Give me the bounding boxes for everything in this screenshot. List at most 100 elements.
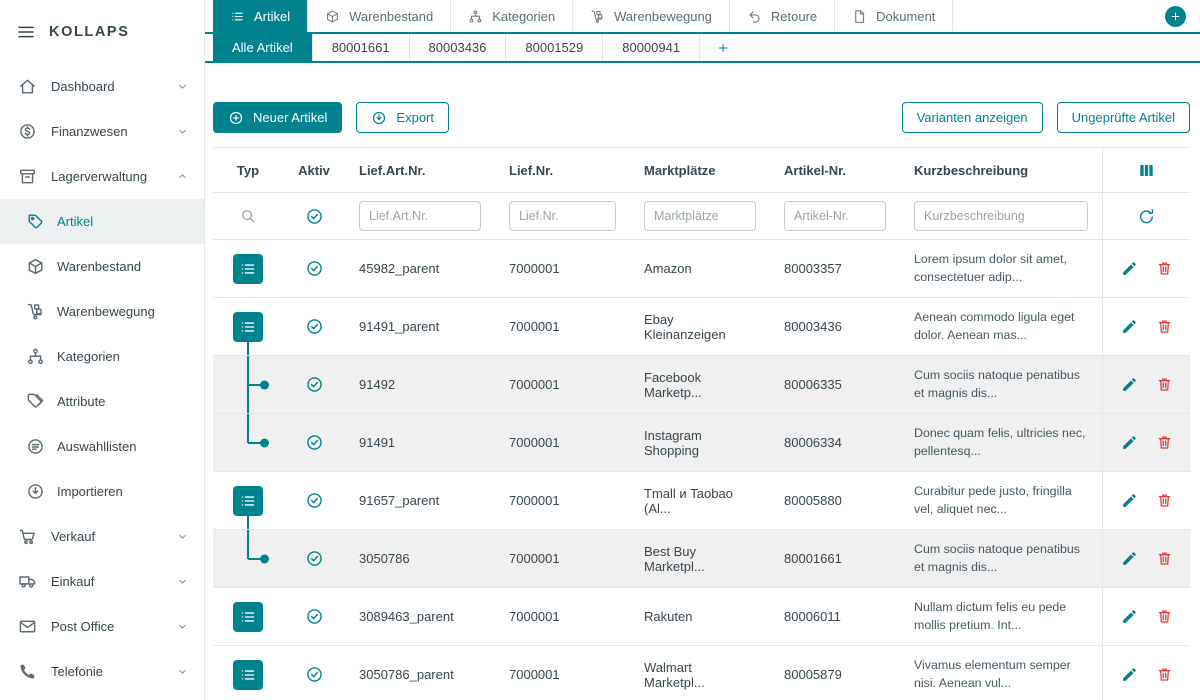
article-tab-80000941[interactable]: 80000941: [602, 34, 699, 61]
tab-dokument[interactable]: Dokument: [834, 0, 953, 32]
variant-list-button[interactable]: [233, 486, 263, 516]
tab-warenbewegung[interactable]: Warenbewegung: [572, 0, 729, 32]
lief-nr-cell: 7000001: [495, 551, 630, 566]
table-row[interactable]: 91491_parent 7000001 Ebay Kleinanzeigen …: [213, 298, 1190, 356]
sidebar-item-attribute[interactable]: Attribute: [0, 379, 204, 424]
filter-artikel-nr-input[interactable]: [784, 201, 886, 231]
tab-retoure[interactable]: Retoure: [729, 0, 834, 32]
sidebar-item-importieren[interactable]: Importieren: [0, 469, 204, 514]
filter-lief-art-nr-input[interactable]: [359, 201, 481, 231]
tab-artikel[interactable]: Artikel: [213, 0, 307, 32]
table-row[interactable]: 91657_parent 7000001 Tmall и Taobao (Al.…: [213, 472, 1190, 530]
variant-list-button[interactable]: [233, 602, 263, 632]
tab-kategorien[interactable]: Kategorien: [450, 0, 572, 32]
filter-marktplaetze-input[interactable]: [644, 201, 756, 231]
marktplatz-cell: Amazon: [630, 261, 770, 276]
sidebar-item-post-office[interactable]: Post Office: [0, 604, 204, 649]
article-tab-alle-artikel[interactable]: Alle Artikel: [213, 34, 312, 61]
show-variants-button[interactable]: Varianten anzeigen: [902, 102, 1043, 133]
table-row[interactable]: 45982_parent 7000001 Amazon 80003357 Lor…: [213, 240, 1190, 298]
col-header-lief-nr[interactable]: Lief.Nr.: [495, 163, 630, 178]
delete-button[interactable]: [1156, 318, 1173, 335]
col-header-artikel-nr[interactable]: Artikel-Nr.: [770, 163, 900, 178]
col-header-marktplaetze[interactable]: Marktplätze: [630, 163, 770, 178]
edit-button[interactable]: [1121, 550, 1138, 567]
sidebar-item-telefonie[interactable]: Telefonie: [0, 649, 204, 694]
pencil-icon: [1121, 608, 1138, 625]
new-article-button[interactable]: Neuer Artikel: [213, 102, 342, 133]
edit-button[interactable]: [1121, 318, 1138, 335]
col-header-kurzbeschreibung[interactable]: Kurzbeschreibung: [900, 163, 1102, 178]
sidebar-item-einkauf[interactable]: Einkauf: [0, 559, 204, 604]
delete-button[interactable]: [1156, 376, 1173, 393]
tab-label: Dokument: [876, 9, 935, 24]
edit-button[interactable]: [1121, 666, 1138, 683]
artikel-nr-cell: 80001661: [770, 551, 900, 566]
sidebar-item-warenbestand[interactable]: Warenbestand: [0, 244, 204, 289]
pencil-icon: [1121, 260, 1138, 277]
sidebar-item-finanzwesen[interactable]: Finanzwesen: [0, 109, 204, 154]
edit-button[interactable]: [1121, 434, 1138, 451]
table-header-row: Typ Aktiv Lief.Art.Nr. Lief.Nr. Marktplä…: [213, 148, 1190, 193]
sidebar-item-lagerverwaltung[interactable]: Lagerverwaltung: [0, 154, 204, 199]
lief-nr-cell: 7000001: [495, 667, 630, 682]
refresh-icon[interactable]: [1137, 207, 1156, 226]
variant-list-button[interactable]: [233, 312, 263, 342]
article-tab-80001661[interactable]: 80001661: [312, 34, 409, 61]
table-row[interactable]: 3050786 7000001 Best Buy Marketpl... 800…: [213, 530, 1190, 588]
col-header-lief-art-nr[interactable]: Lief.Art.Nr.: [345, 163, 495, 178]
sidebar-item-verkauf[interactable]: Verkauf: [0, 514, 204, 559]
menu-icon[interactable]: [16, 22, 36, 42]
delete-button[interactable]: [1156, 260, 1173, 277]
col-header-aktiv[interactable]: Aktiv: [283, 163, 345, 178]
trash-icon: [1156, 318, 1173, 335]
table-row[interactable]: 91491 7000001 Instagram Shopping 8000633…: [213, 414, 1190, 472]
table-row[interactable]: 91492 7000001 Facebook Marketp... 800063…: [213, 356, 1190, 414]
sidebar-item-artikel[interactable]: Artikel: [0, 199, 204, 244]
edit-button[interactable]: [1121, 376, 1138, 393]
table-filter-row: [213, 193, 1190, 240]
pencil-icon: [1121, 492, 1138, 509]
table-row[interactable]: 3050786_parent 7000001 Walmart Marketpl.…: [213, 646, 1190, 700]
delete-button[interactable]: [1156, 550, 1173, 567]
home-icon: [18, 77, 37, 96]
active-cell: [283, 317, 345, 336]
add-tab-button[interactable]: [1165, 6, 1186, 27]
delete-button[interactable]: [1156, 492, 1173, 509]
delete-button[interactable]: [1156, 434, 1173, 451]
export-button[interactable]: Export: [356, 102, 449, 133]
filter-kurzbeschreibung-input[interactable]: [914, 201, 1088, 231]
row-type-cell: [213, 530, 283, 587]
sidebar-nav: Dashboard Finanzwesen Lagerverwaltung Ar…: [0, 64, 204, 694]
sidebar-item-dashboard[interactable]: Dashboard: [0, 64, 204, 109]
marktplatz-cell: Rakuten: [630, 609, 770, 624]
edit-button[interactable]: [1121, 492, 1138, 509]
sidebar-item-auswahllisten[interactable]: Auswahllisten: [0, 424, 204, 469]
article-tab-80001529[interactable]: 80001529: [505, 34, 602, 61]
article-tab-label: 80003436: [429, 40, 487, 55]
add-article-tab-button[interactable]: [699, 34, 746, 61]
table-row[interactable]: 3089463_parent 7000001 Rakuten 80006011 …: [213, 588, 1190, 646]
lief-art-nr-cell: 91657_parent: [345, 493, 495, 508]
article-tab-80003436[interactable]: 80003436: [409, 34, 506, 61]
active-status-icon: [305, 607, 324, 626]
col-header-typ[interactable]: Typ: [213, 163, 283, 178]
active-filter-icon[interactable]: [305, 207, 324, 226]
active-status-icon: [305, 491, 324, 510]
variant-list-button[interactable]: [233, 660, 263, 690]
variant-list-button[interactable]: [233, 254, 263, 284]
app-title: KOLLAPS: [49, 24, 129, 40]
columns-icon[interactable]: [1137, 161, 1156, 180]
delete-button[interactable]: [1156, 608, 1173, 625]
edit-button[interactable]: [1121, 260, 1138, 277]
kurzbeschreibung-cell: Vivamus elementum semper nisi. Aenean vu…: [900, 657, 1102, 692]
sidebar-item-kategorien[interactable]: Kategorien: [0, 334, 204, 379]
sidebar-item-warenbewegung[interactable]: Warenbewegung: [0, 289, 204, 334]
delete-button[interactable]: [1156, 666, 1173, 683]
row-actions: [1102, 356, 1190, 413]
tab-warenbestand[interactable]: Warenbestand: [307, 0, 450, 32]
unverified-articles-button[interactable]: Ungeprüfte Artikel: [1057, 102, 1190, 133]
filter-lief-nr-input[interactable]: [509, 201, 616, 231]
edit-button[interactable]: [1121, 608, 1138, 625]
artikel-nr-cell: 80006011: [770, 609, 900, 624]
